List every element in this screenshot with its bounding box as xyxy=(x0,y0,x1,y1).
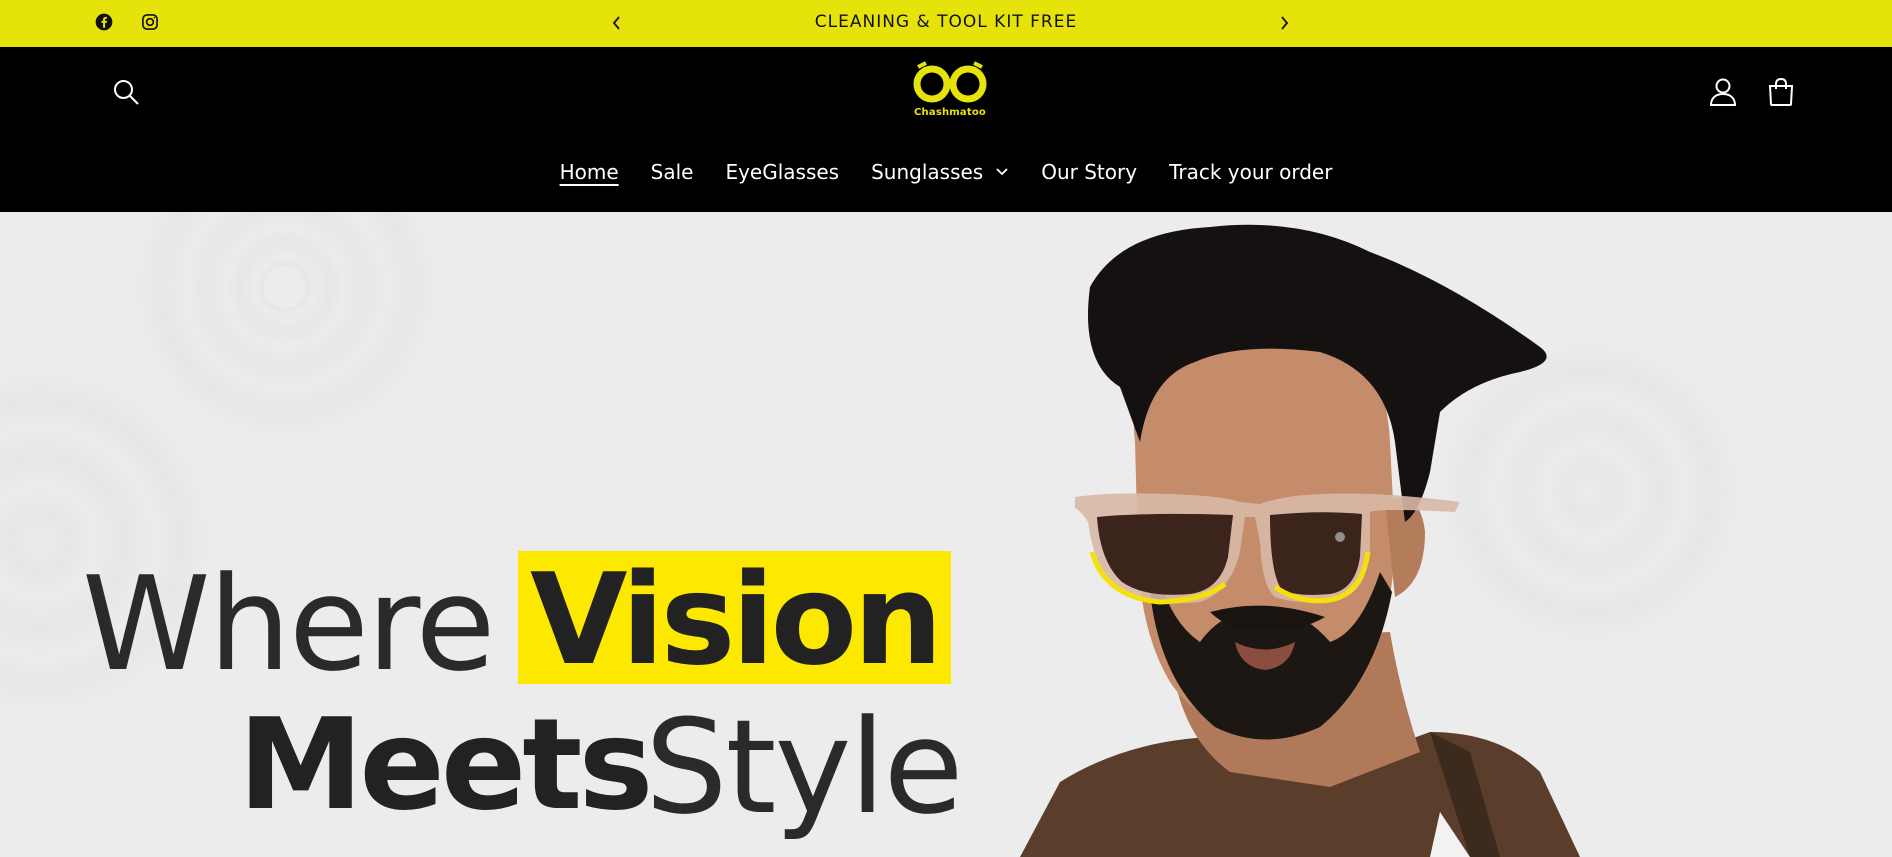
nav-item-sale[interactable]: Sale xyxy=(635,160,710,184)
brand-logo[interactable]: Chashmatoo xyxy=(905,59,995,127)
site-header: Chashmatoo Home Sale EyeGlasses Sunglass… xyxy=(0,47,1892,212)
nav-item-our-story[interactable]: Our Story xyxy=(1025,160,1153,184)
announcement-next-button[interactable] xyxy=(1270,9,1298,37)
headline-word-vision: Vision xyxy=(530,546,943,693)
cart-button[interactable] xyxy=(1763,74,1799,110)
hero-headline: Where Vision Meets Style xyxy=(0,212,1000,857)
model-with-sunglasses-image xyxy=(1020,224,1580,857)
announcement-bar: CLEANING & TOOL KIT FREE xyxy=(0,0,1892,47)
search-button[interactable] xyxy=(108,74,144,110)
nav-item-sunglasses[interactable]: Sunglasses xyxy=(855,160,1025,184)
nav-item-label: Sunglasses xyxy=(871,160,984,184)
user-icon xyxy=(1709,78,1737,106)
nav-item-label: Home xyxy=(559,160,619,184)
chevron-down-icon xyxy=(995,167,1009,177)
headline-word-meets: Meets xyxy=(238,691,654,838)
nav-item-home[interactable]: Home xyxy=(544,160,635,184)
nav-item-label: Track your order xyxy=(1169,160,1333,184)
announcement-text: CLEANING & TOOL KIT FREE xyxy=(814,12,1078,32)
headline-word-style: Style xyxy=(645,691,964,843)
nav-item-label: Sale xyxy=(650,160,694,184)
chevron-right-icon xyxy=(1281,16,1289,30)
search-icon xyxy=(114,80,139,105)
account-button[interactable] xyxy=(1705,74,1741,110)
shopping-bag-icon xyxy=(1768,77,1794,106)
nav-item-eyeglasses[interactable]: EyeGlasses xyxy=(709,160,855,184)
nav-item-label: Our Story xyxy=(1041,160,1138,184)
headline-word-where: Where xyxy=(82,548,495,700)
hero-banner[interactable]: Where Vision Meets Style xyxy=(0,212,1892,857)
main-nav: Home Sale EyeGlasses Sunglasses Our Stor… xyxy=(0,160,1892,184)
nav-item-track-order[interactable]: Track your order xyxy=(1153,160,1348,184)
glasses-logo-icon xyxy=(913,61,987,103)
brand-name: Chashmatoo xyxy=(914,107,986,118)
nav-item-label: EyeGlasses xyxy=(725,160,840,184)
